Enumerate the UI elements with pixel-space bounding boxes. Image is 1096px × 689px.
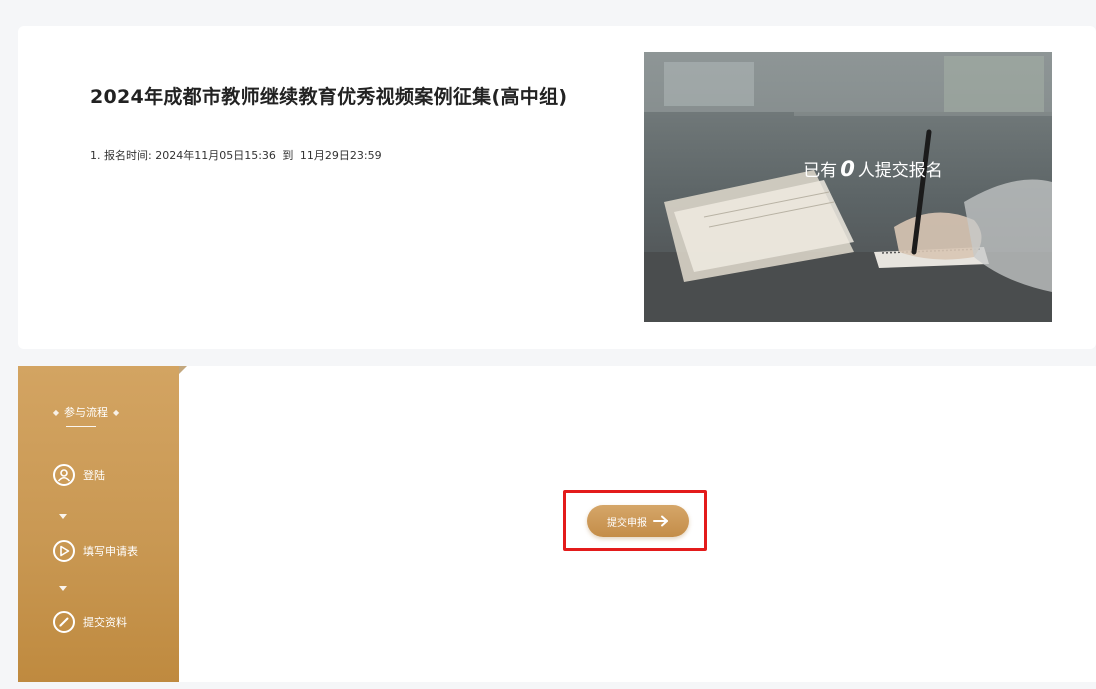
process-title-label: 参与流程 [64,406,108,419]
diamond-icon: ◆ [113,408,120,417]
hero-image: 已有 0 人提交报名 [644,52,1052,322]
step-login-label: 登陆 [83,469,105,482]
step-submit-materials-label: 提交资料 [83,616,127,629]
participation-card: ◆ 参与流程 ◆ 登陆 填写申请表 提交资料 提交申报 [18,366,1096,682]
step-arrow-icon [59,514,67,519]
step-submit-materials[interactable]: 提交资料 [53,611,127,633]
submit-application-label: 提交申报 [607,517,647,529]
process-sidebar: ◆ 参与流程 ◆ 登陆 填写申请表 提交资料 [18,366,187,682]
registration-start: 2024年11月05日15:36 [155,149,276,162]
step-fill-form-label: 填写申请表 [83,545,138,558]
process-title: ◆ 参与流程 ◆ [18,404,154,420]
registration-end: 11月29日23:59 [299,149,382,162]
submission-count-suffix: 人提交报名 [857,161,943,181]
submission-count-prefix: 已有 [803,161,838,181]
hero-background-illustration [644,52,1052,322]
submit-application-button[interactable]: 提交申报 [587,505,689,537]
registration-time-label: 1. 报名时间: [90,149,152,162]
submission-count: 0 [840,157,855,181]
step-login[interactable]: 登陆 [53,464,105,486]
arrow-right-icon [653,515,669,527]
registration-separator: 到 [282,149,294,162]
event-title: 2024年成都市教师继续教育优秀视频案例征集(高中组) [90,86,568,108]
step-fill-form[interactable]: 填写申请表 [53,540,138,562]
user-icon [53,464,75,486]
registration-time: 1. 报名时间: 2024年11月05日15:36 到 11月29日23:59 [90,147,382,163]
sidebar-fold-corner [179,366,187,374]
pencil-icon [53,611,75,633]
diamond-icon: ◆ [52,408,59,417]
submission-count-text: 已有 0 人提交报名 [644,156,1052,181]
play-icon [53,540,75,562]
event-info-card: 2024年成都市教师继续教育优秀视频案例征集(高中组) 1. 报名时间: 202… [18,26,1096,349]
process-title-underline [66,426,96,427]
step-arrow-icon [59,586,67,591]
